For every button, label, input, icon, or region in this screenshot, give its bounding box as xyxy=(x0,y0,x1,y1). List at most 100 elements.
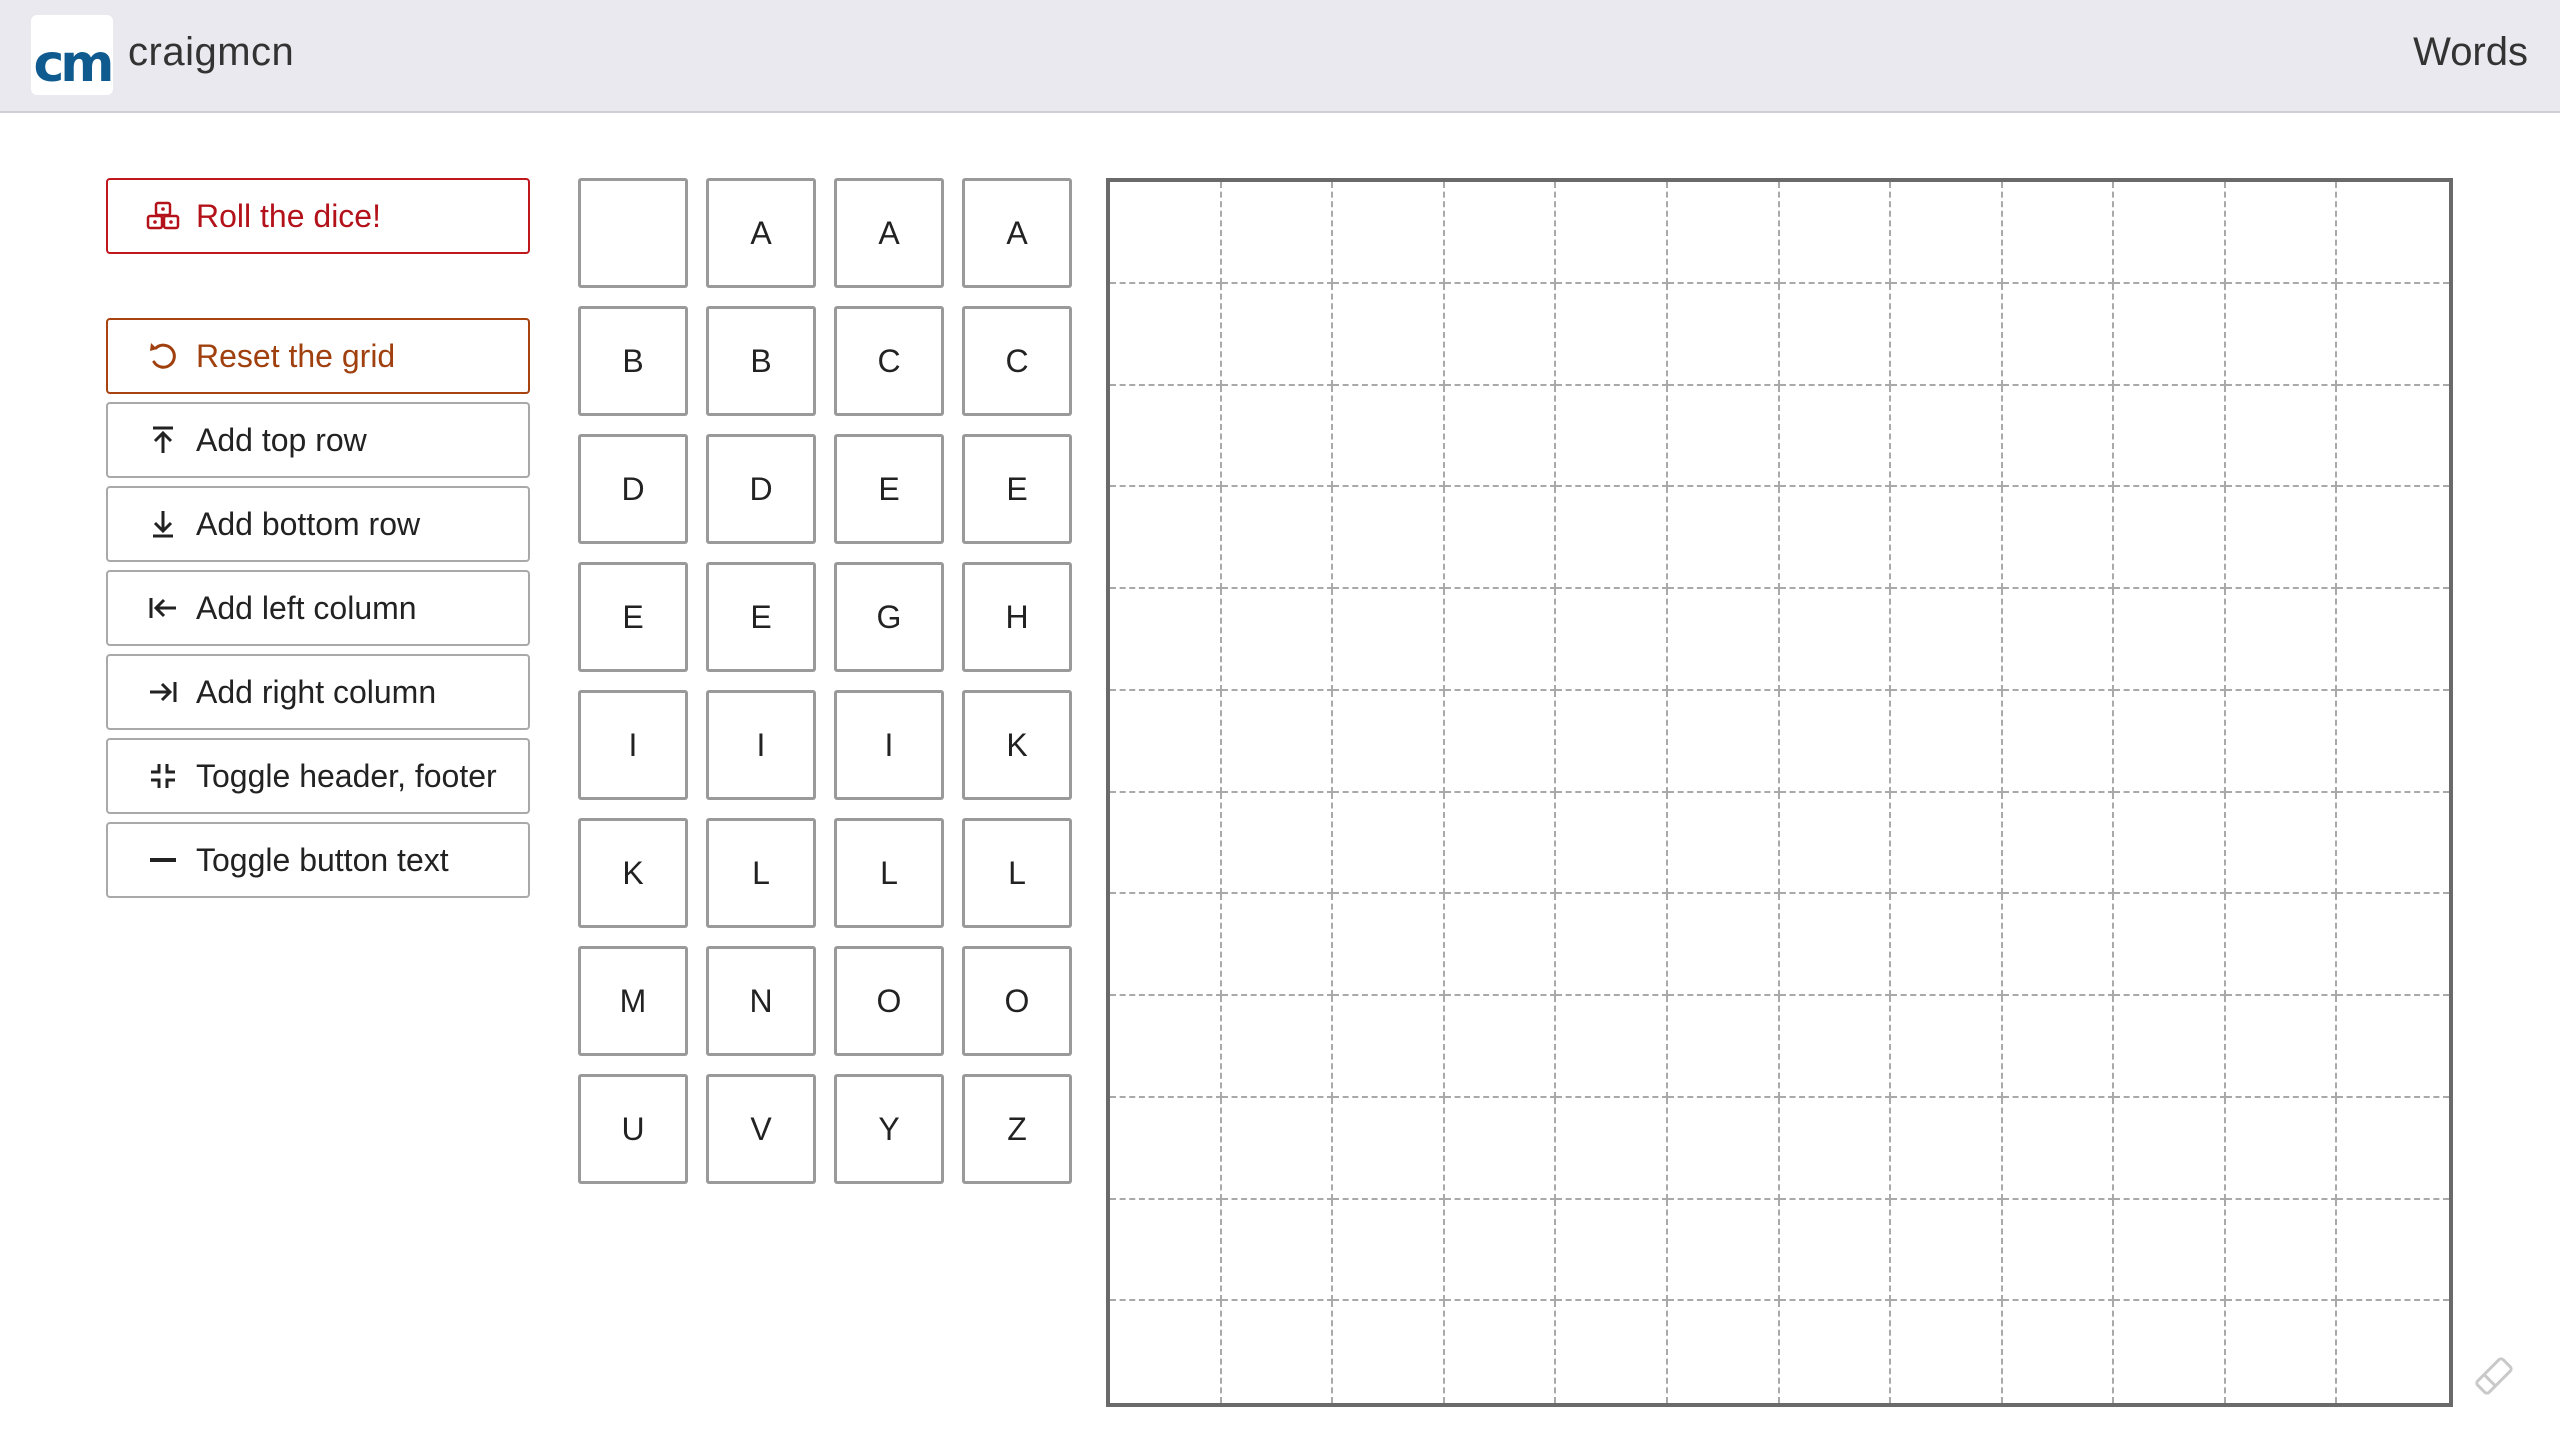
board-cell[interactable] xyxy=(2337,1301,2449,1403)
board-cell[interactable] xyxy=(1110,283,1222,386)
letter-tile[interactable]: E xyxy=(834,434,944,544)
board-cell[interactable] xyxy=(1333,1301,1445,1403)
letter-tile[interactable]: I xyxy=(834,690,944,800)
letter-tile[interactable]: I xyxy=(706,690,816,800)
board-cell[interactable] xyxy=(1444,385,1557,488)
board-cell[interactable] xyxy=(1668,1301,1780,1403)
letter-tile[interactable] xyxy=(578,178,688,288)
letter-tile[interactable]: M xyxy=(578,946,688,1056)
board-cell[interactable] xyxy=(1891,385,2003,488)
board-cell[interactable] xyxy=(1779,283,1892,386)
board-cell[interactable] xyxy=(1556,690,1668,793)
roll-dice-button[interactable]: Roll the dice! xyxy=(106,178,530,254)
letter-tile[interactable]: A xyxy=(706,178,816,288)
board-cell[interactable] xyxy=(1221,996,1334,1098)
letter-tile[interactable]: L xyxy=(834,818,944,928)
board-cell[interactable] xyxy=(2114,1097,2226,1200)
board-cell[interactable] xyxy=(1333,283,1445,386)
board-cell[interactable] xyxy=(1333,487,1445,589)
board-cell[interactable] xyxy=(2002,182,2115,284)
board-cell[interactable] xyxy=(2114,690,2226,793)
board-cell[interactable] xyxy=(1222,1301,1334,1403)
board-cell[interactable] xyxy=(1556,792,1668,895)
board-cell[interactable] xyxy=(1110,182,1222,284)
board-cell[interactable] xyxy=(1556,283,1668,386)
board-cell[interactable] xyxy=(2002,792,2115,895)
board-cell[interactable] xyxy=(1780,1301,1892,1403)
board-cell[interactable] xyxy=(2226,1301,2338,1403)
board-cell[interactable] xyxy=(1779,589,1892,691)
letter-tile[interactable]: I xyxy=(578,690,688,800)
toggle-header-footer-button[interactable]: Toggle header, footer xyxy=(106,738,530,814)
board-cell[interactable] xyxy=(1110,792,1222,895)
board-cell[interactable] xyxy=(2114,1199,2226,1302)
letter-tile[interactable]: B xyxy=(578,306,688,416)
board-cell[interactable] xyxy=(1667,283,1780,386)
board-cell[interactable] xyxy=(2225,589,2338,691)
board-cell[interactable] xyxy=(1667,792,1780,895)
board-cell[interactable] xyxy=(2114,487,2226,589)
board-cell[interactable] xyxy=(1221,487,1334,589)
letter-tile[interactable]: L xyxy=(962,818,1072,928)
reset-grid-button[interactable]: Reset the grid xyxy=(106,318,530,394)
letter-tile[interactable]: K xyxy=(962,690,1072,800)
letter-tile[interactable]: V xyxy=(706,1074,816,1184)
board-cell[interactable] xyxy=(1110,487,1222,589)
board-cell[interactable] xyxy=(1444,894,1557,996)
board-cell[interactable] xyxy=(2002,894,2115,996)
board-cell[interactable] xyxy=(1221,283,1334,386)
board-cell[interactable] xyxy=(1667,487,1780,589)
toggle-button-text-button[interactable]: Toggle button text xyxy=(106,822,530,898)
letter-tile[interactable]: L xyxy=(706,818,816,928)
letter-tile[interactable]: N xyxy=(706,946,816,1056)
board-cell[interactable] xyxy=(1110,894,1222,996)
board-cell[interactable] xyxy=(1891,182,2003,284)
board-cell[interactable] xyxy=(1444,182,1557,284)
letter-tile[interactable]: E xyxy=(962,434,1072,544)
board-cell[interactable] xyxy=(1667,1199,1780,1302)
board-cell[interactable] xyxy=(1779,487,1892,589)
letter-tile[interactable]: A xyxy=(834,178,944,288)
board-cell[interactable] xyxy=(2002,283,2115,386)
board-cell[interactable] xyxy=(2002,996,2115,1098)
board-cell[interactable] xyxy=(1333,182,1445,284)
board-cell[interactable] xyxy=(1667,385,1780,488)
board-cell[interactable] xyxy=(1556,182,1668,284)
board-cell[interactable] xyxy=(2114,1301,2226,1403)
board-cell[interactable] xyxy=(2003,1301,2115,1403)
board-cell[interactable] xyxy=(2114,792,2226,895)
add-top-row-button[interactable]: Add top row xyxy=(106,402,530,478)
pencil-eraser-icon[interactable] xyxy=(2468,1350,2520,1402)
board-cell[interactable] xyxy=(1891,487,2003,589)
board-cell[interactable] xyxy=(1221,690,1334,793)
board-cell[interactable] xyxy=(1779,690,1892,793)
letter-tile[interactable]: D xyxy=(578,434,688,544)
board-cell[interactable] xyxy=(1779,1097,1892,1200)
board-cell[interactable] xyxy=(1333,894,1445,996)
add-left-column-button[interactable]: Add left column xyxy=(106,570,530,646)
board-cell[interactable] xyxy=(1667,690,1780,793)
board-cell[interactable] xyxy=(1667,182,1780,284)
board-cell[interactable] xyxy=(1110,1301,1222,1403)
board-cell[interactable] xyxy=(1221,792,1334,895)
site-logo[interactable]: cm xyxy=(31,15,113,95)
board-cell[interactable] xyxy=(1333,792,1445,895)
board-cell[interactable] xyxy=(1891,1301,2003,1403)
board-cell[interactable] xyxy=(1110,996,1222,1098)
board-cell[interactable] xyxy=(2114,283,2226,386)
brand-name[interactable]: craigmcn xyxy=(128,30,294,75)
board-cell[interactable] xyxy=(1110,1097,1222,1200)
board-cell[interactable] xyxy=(2225,487,2338,589)
letter-tile[interactable]: C xyxy=(834,306,944,416)
board-cell[interactable] xyxy=(1556,1301,1668,1403)
letter-tile[interactable]: Y xyxy=(834,1074,944,1184)
board-cell[interactable] xyxy=(1891,589,2003,691)
board-cell[interactable] xyxy=(2225,792,2338,895)
board-cell[interactable] xyxy=(2337,1200,2449,1302)
board-cell[interactable] xyxy=(1891,894,2003,996)
board-cell[interactable] xyxy=(2225,1199,2338,1302)
board-cell[interactable] xyxy=(1667,996,1780,1098)
letter-tile[interactable]: O xyxy=(962,946,1072,1056)
board-cell[interactable] xyxy=(2002,1097,2115,1200)
board-cell[interactable] xyxy=(2337,284,2449,386)
